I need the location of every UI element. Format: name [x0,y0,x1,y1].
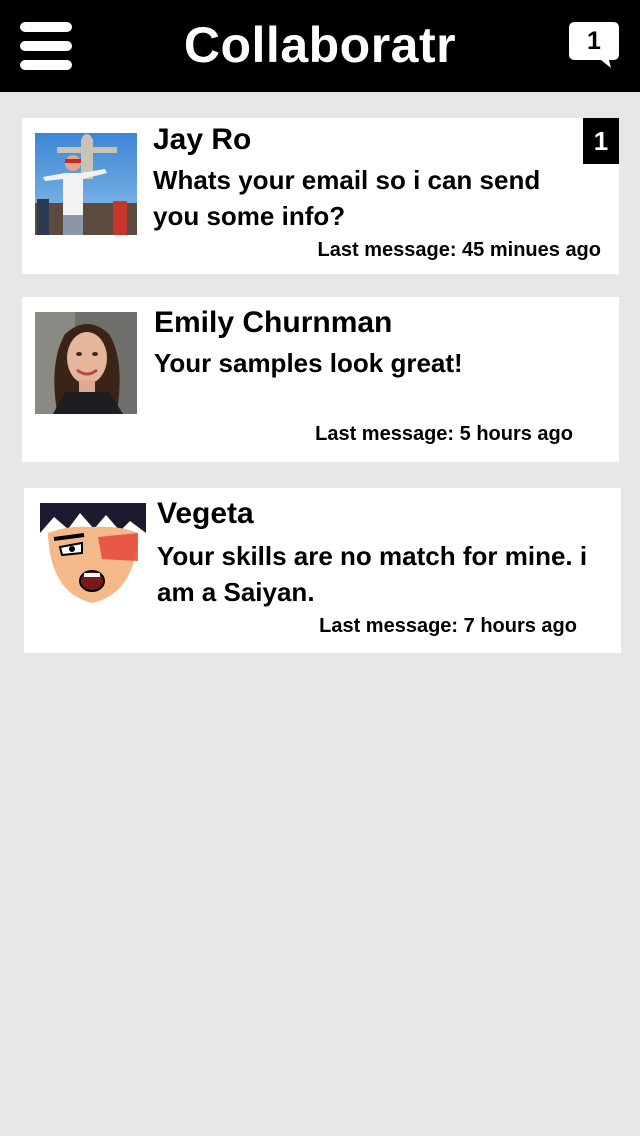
last-message-time: Last message: 45 minues ago [317,239,601,261]
notification-count: 1 [587,27,601,55]
avatar [35,133,137,235]
message-preview: Your skills are no match for mine. i am … [157,541,588,607]
contact-name: Jay Ro [153,123,252,156]
conversation-item[interactable]: Vegeta Your skills are no match for mine… [24,488,621,653]
conversation-item[interactable]: Emily Churnman Your samples look great! … [22,297,619,462]
contact-name: Emily Churnman [154,306,393,339]
avatar [40,503,146,607]
app-header: Collaboratr 1 [0,0,640,92]
message-preview: Your samples look great! [154,348,463,378]
notifications-button[interactable]: 1 [569,22,621,68]
conversation-item[interactable]: Jay Ro Whats your email so i can send yo… [22,118,619,274]
unread-count-badge: 1 [583,118,619,164]
app-title: Collaboratr [183,17,457,73]
last-message-time: Last message: 5 hours ago [315,423,573,445]
contact-name: Vegeta [157,497,254,530]
message-preview: Whats your email so i can send you some … [153,165,541,231]
last-message-time: Last message: 7 hours ago [319,615,577,637]
avatar [35,312,137,414]
